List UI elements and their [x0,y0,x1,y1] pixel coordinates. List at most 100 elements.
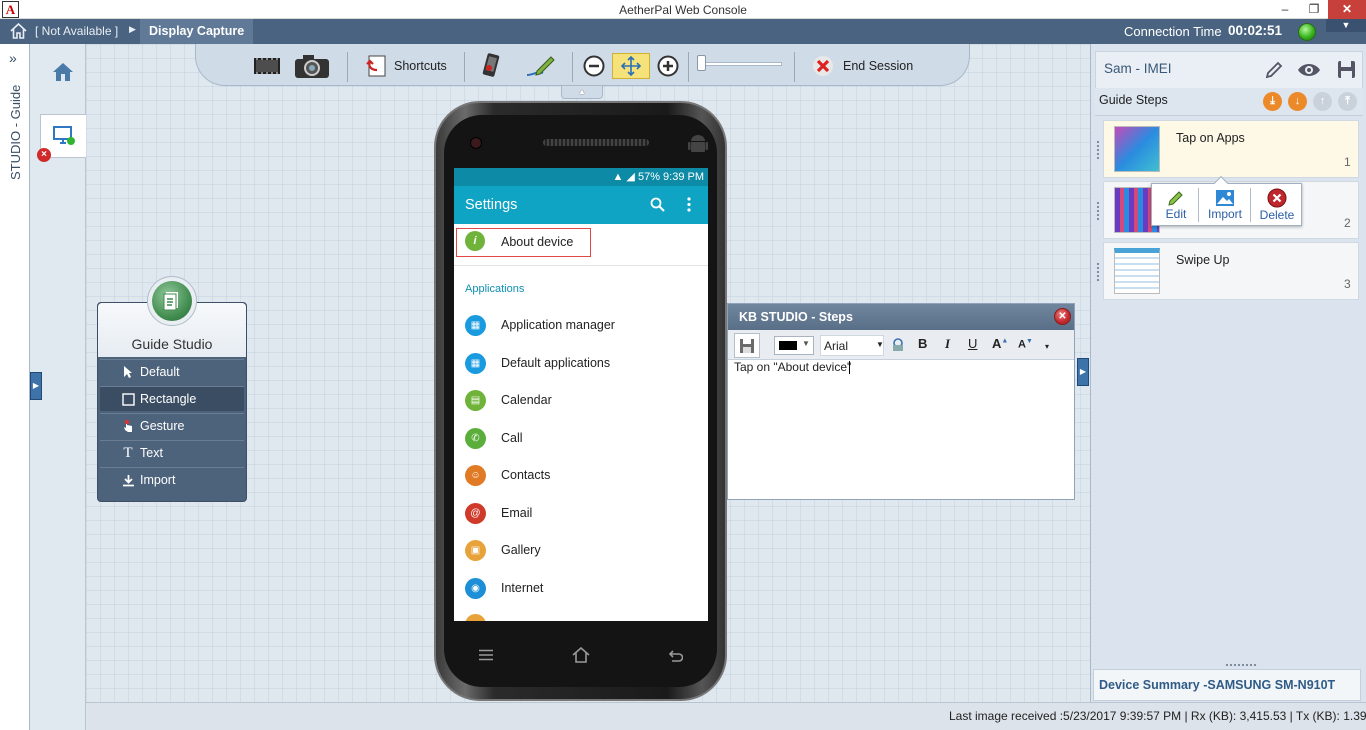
breadcrumb-not-available[interactable]: [ Not Available ] [35,24,118,38]
more-options-icon[interactable] [687,197,691,212]
collapse-header-button[interactable]: ▼ [1326,19,1366,32]
guide-name: Sam - IMEI [1104,61,1172,76]
status-footer: Last image received :5/23/2017 9:39:57 P… [86,702,1366,730]
zoom-in-icon[interactable] [656,50,680,82]
overflow-icon[interactable]: ▾ [1045,342,1049,351]
step-item-3[interactable]: Swipe Up 3 [1103,242,1359,300]
shortcuts-button[interactable]: Shortcuts [364,50,454,82]
color-picker[interactable]: ▼ [774,336,814,355]
back-key-icon[interactable] [667,649,683,662]
settings-row[interactable]: ◉ Internet [454,570,708,607]
drag-handle-icon[interactable] [1096,262,1100,282]
guide-studio-panel: Guide Studio Default Rectangle Gesture T… [97,276,247,502]
save-text-icon[interactable] [734,333,760,358]
monitor-icon [53,126,75,146]
chevron-down-icon: ▼ [802,339,810,348]
underline-button[interactable]: U [968,336,977,351]
shortcuts-label: Shortcuts [394,59,447,73]
step-number: 2 [1344,216,1351,230]
end-session-button[interactable]: End Session [812,50,922,82]
guide-tool-import[interactable]: Import [100,467,244,492]
zoom-slider-track[interactable] [698,62,782,66]
settings-row[interactable]: ✆ Call [454,420,708,457]
minimize-button[interactable]: ‒ [1271,0,1299,19]
device-summary-bar[interactable]: Device Summary -SAMSUNG SM-N910T [1093,669,1361,701]
settings-row-icon: ▤ [465,390,486,411]
gesture-icon [120,419,136,433]
guide-tool-default[interactable]: Default [100,359,244,384]
settings-row[interactable]: ▣ Gallery [454,532,708,569]
applications-section-header: Applications [465,283,525,295]
resize-grip-icon[interactable] [1225,663,1257,667]
settings-row[interactable]: ☺ Contacts [454,457,708,494]
toolbar-collapse-tab[interactable]: ▲ [561,86,603,99]
settings-row-icon: ◉ [465,577,486,599]
settings-row-label: Call [501,430,523,445]
kb-step-text[interactable]: Tap on "About device" [734,360,851,374]
font-grow-button[interactable]: A▲ [992,336,1008,351]
move-top-icon[interactable]: ⤒ [1338,92,1357,111]
pan-move-icon[interactable] [612,53,650,79]
kb-close-icon[interactable]: ✕ [1054,308,1071,325]
move-bottom-icon[interactable]: ⤓ [1263,92,1282,111]
drag-handle-icon[interactable] [1096,201,1100,221]
cursor-icon [120,365,136,379]
highlight-rectangle [456,228,591,257]
settings-row-icon: ✆ [465,427,486,449]
edit-step-button[interactable]: Edit [1152,186,1200,226]
guide-tool-rectangle[interactable]: Rectangle [100,386,244,411]
restore-button[interactable]: ❐ [1300,0,1328,19]
step-item-1[interactable]: Tap on Apps 1 [1103,120,1359,178]
record-video-icon[interactable] [252,50,282,82]
settings-row[interactable]: @ Email [454,495,708,532]
settings-row[interactable]: ▦ Application manager [454,307,708,344]
home-key-icon[interactable] [571,647,591,663]
front-camera-icon [470,137,482,149]
font-select[interactable]: Arial ▼ [820,335,884,356]
settings-row[interactable]: ▤ Calendar [454,382,708,419]
zoom-out-icon[interactable] [582,50,606,82]
studio-guide-label: STUDIO - Guide [8,84,23,180]
guide-header: Sam - IMEI [1095,51,1363,89]
edit-guide-icon[interactable] [1264,60,1284,80]
android-logo-icon [688,133,708,155]
move-down-icon[interactable]: ↓ [1288,92,1307,111]
expand-icon[interactable]: » [9,50,17,66]
italic-button[interactable]: I [945,336,950,352]
menu-key-icon[interactable] [479,649,493,661]
bold-button[interactable]: B [918,336,927,351]
guide-tool-gesture[interactable]: Gesture [100,413,244,438]
guide-tool-text[interactable]: T Text [100,440,244,465]
annotate-pen-icon[interactable] [522,50,558,82]
about-device-row[interactable]: i About device [454,224,708,266]
breadcrumb-display-capture[interactable]: Display Capture [140,19,254,44]
settings-title: Settings [465,197,518,213]
move-up-icon[interactable]: ↑ [1313,92,1332,111]
link-icon[interactable] [891,338,905,352]
left-panel-toggle[interactable]: ▶ [30,372,42,400]
search-icon[interactable] [650,197,665,212]
font-shrink-button[interactable]: A▼ [1018,338,1033,351]
breadcrumb-bar: [ Not Available ] ▶ Display Capture Conn… [0,19,1366,44]
close-capture-icon[interactable]: × [37,148,51,162]
home-nav-icon[interactable] [52,62,74,82]
drag-handle-icon[interactable] [1096,140,1100,160]
breadcrumb-separator-icon: ▶ [129,24,136,34]
settings-row[interactable]: ▦ Default applications [454,345,708,382]
image-icon [1215,189,1235,207]
window-titlebar: A AetherPal Web Console ‒ ❐ ✕ [0,0,1366,19]
save-guide-icon[interactable] [1337,60,1356,79]
phone-screen[interactable]: ▲ ◢ 57% 9:39 PM Settings i About device … [454,168,708,621]
guide-steps-label: Guide Steps [1099,93,1168,107]
phone-touch-icon[interactable] [478,50,504,82]
camera-screenshot-icon[interactable] [293,50,331,82]
end-session-label: End Session [843,59,914,73]
preview-eye-icon[interactable] [1297,62,1321,78]
zoom-slider-thumb[interactable] [697,55,706,71]
delete-step-button[interactable]: Delete [1252,186,1302,226]
home-icon[interactable] [10,23,27,39]
import-step-button[interactable]: Import [1199,186,1251,226]
right-panel-toggle[interactable]: ▶ [1077,358,1089,386]
close-window-button[interactable]: ✕ [1328,0,1366,19]
settings-row-icon: @ [465,502,486,524]
